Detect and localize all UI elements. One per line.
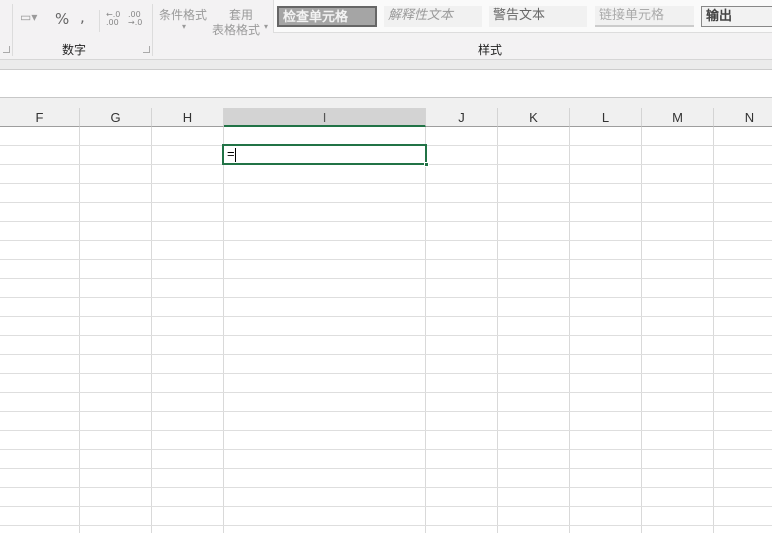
formula-bar[interactable] xyxy=(0,71,772,98)
decrease-decimal-button[interactable]: .00 →.0 xyxy=(128,11,146,27)
group-divider xyxy=(152,4,153,56)
column-gridline xyxy=(497,127,498,533)
divider xyxy=(99,10,100,32)
style-output[interactable]: 输出 xyxy=(701,6,772,27)
group-divider xyxy=(12,4,13,56)
row-gridline xyxy=(0,506,772,507)
column-header-m[interactable]: M xyxy=(642,108,714,127)
row-gridline xyxy=(0,221,772,222)
active-cell-value: = xyxy=(227,146,235,161)
column-gridline xyxy=(79,127,80,533)
ribbon-bottom-band xyxy=(0,60,772,70)
row-gridline xyxy=(0,449,772,450)
active-cell[interactable]: = xyxy=(222,144,429,167)
increase-decimal-button[interactable]: ←.0 .00 xyxy=(106,11,124,27)
accounting-format-icon[interactable]: ▭▾ xyxy=(20,10,37,24)
chevron-down-icon: ▾ xyxy=(264,22,269,31)
header-spacer xyxy=(0,98,772,108)
percent-button[interactable]: % xyxy=(55,10,69,28)
column-header-k[interactable]: K xyxy=(498,108,570,127)
launcher-icon[interactable] xyxy=(3,46,10,53)
column-header-h[interactable]: H xyxy=(152,108,224,127)
ribbon: ▭▾ % , ←.0 .00 .00 →.0 数字 条件格式 ▾ 套用 表格格式… xyxy=(0,0,772,60)
row-gridline xyxy=(0,259,772,260)
styles-group-label: 样式 xyxy=(478,43,503,57)
row-gridline xyxy=(0,183,772,184)
column-gridline xyxy=(713,127,714,533)
number-launcher-icon[interactable] xyxy=(143,46,150,53)
text-cursor xyxy=(234,147,236,162)
row-gridline xyxy=(0,487,772,488)
row-gridline xyxy=(0,354,772,355)
row-gridline xyxy=(0,202,772,203)
row-gridline xyxy=(0,525,772,526)
row-gridline xyxy=(0,240,772,241)
row-gridline xyxy=(0,392,772,393)
column-header-i[interactable]: I xyxy=(224,108,426,127)
fill-handle[interactable] xyxy=(424,162,429,167)
column-gridline xyxy=(223,127,224,533)
style-warning-text[interactable]: 警告文本 xyxy=(489,6,587,27)
row-gridline xyxy=(0,430,772,431)
chevron-down-icon: ▾ xyxy=(182,22,187,31)
style-check-cell[interactable]: 检查单元格 xyxy=(277,6,377,27)
table-format-button[interactable]: 表格格式 xyxy=(212,21,260,38)
column-gridline xyxy=(641,127,642,533)
cell-grid[interactable] xyxy=(0,127,772,533)
row-gridline xyxy=(0,411,772,412)
row-gridline xyxy=(0,468,772,469)
row-gridline xyxy=(0,316,772,317)
column-gridline xyxy=(569,127,570,533)
row-gridline xyxy=(0,335,772,336)
column-header-g[interactable]: G xyxy=(80,108,152,127)
row-gridline xyxy=(0,373,772,374)
column-header-n[interactable]: N xyxy=(714,108,772,127)
column-header-l[interactable]: L xyxy=(570,108,642,127)
comma-button[interactable]: , xyxy=(80,8,85,26)
style-explanatory-text[interactable]: 解释性文本 xyxy=(384,6,482,27)
style-linked-cell[interactable]: 链接单元格 xyxy=(595,6,694,27)
row-gridline xyxy=(0,297,772,298)
column-header-f[interactable]: F xyxy=(0,108,80,127)
column-header-j[interactable]: J xyxy=(426,108,498,127)
row-gridline xyxy=(0,278,772,279)
conditional-format-button[interactable]: 条件格式 xyxy=(159,6,207,23)
column-gridline xyxy=(151,127,152,533)
number-group-label: 数字 xyxy=(62,43,87,57)
column-gridline xyxy=(425,127,426,533)
